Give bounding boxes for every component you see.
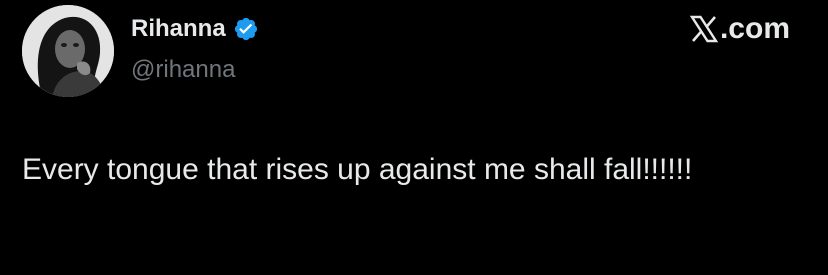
author-handle[interactable]: @rihanna bbox=[131, 55, 235, 85]
tweet-text: Every tongue that rises up against me sh… bbox=[22, 153, 693, 186]
profile-photo-icon bbox=[22, 5, 114, 97]
tweet-card: Rihanna @rihanna .com Every tongue that … bbox=[0, 0, 828, 275]
avatar[interactable] bbox=[22, 5, 114, 97]
author-name-row: Rihanna bbox=[131, 14, 259, 44]
verified-badge-icon bbox=[233, 16, 259, 42]
brand-watermark: .com bbox=[689, 10, 790, 48]
display-name[interactable]: Rihanna bbox=[131, 14, 226, 44]
brand-domain-suffix: .com bbox=[719, 12, 790, 45]
x-logo-icon bbox=[689, 14, 719, 44]
